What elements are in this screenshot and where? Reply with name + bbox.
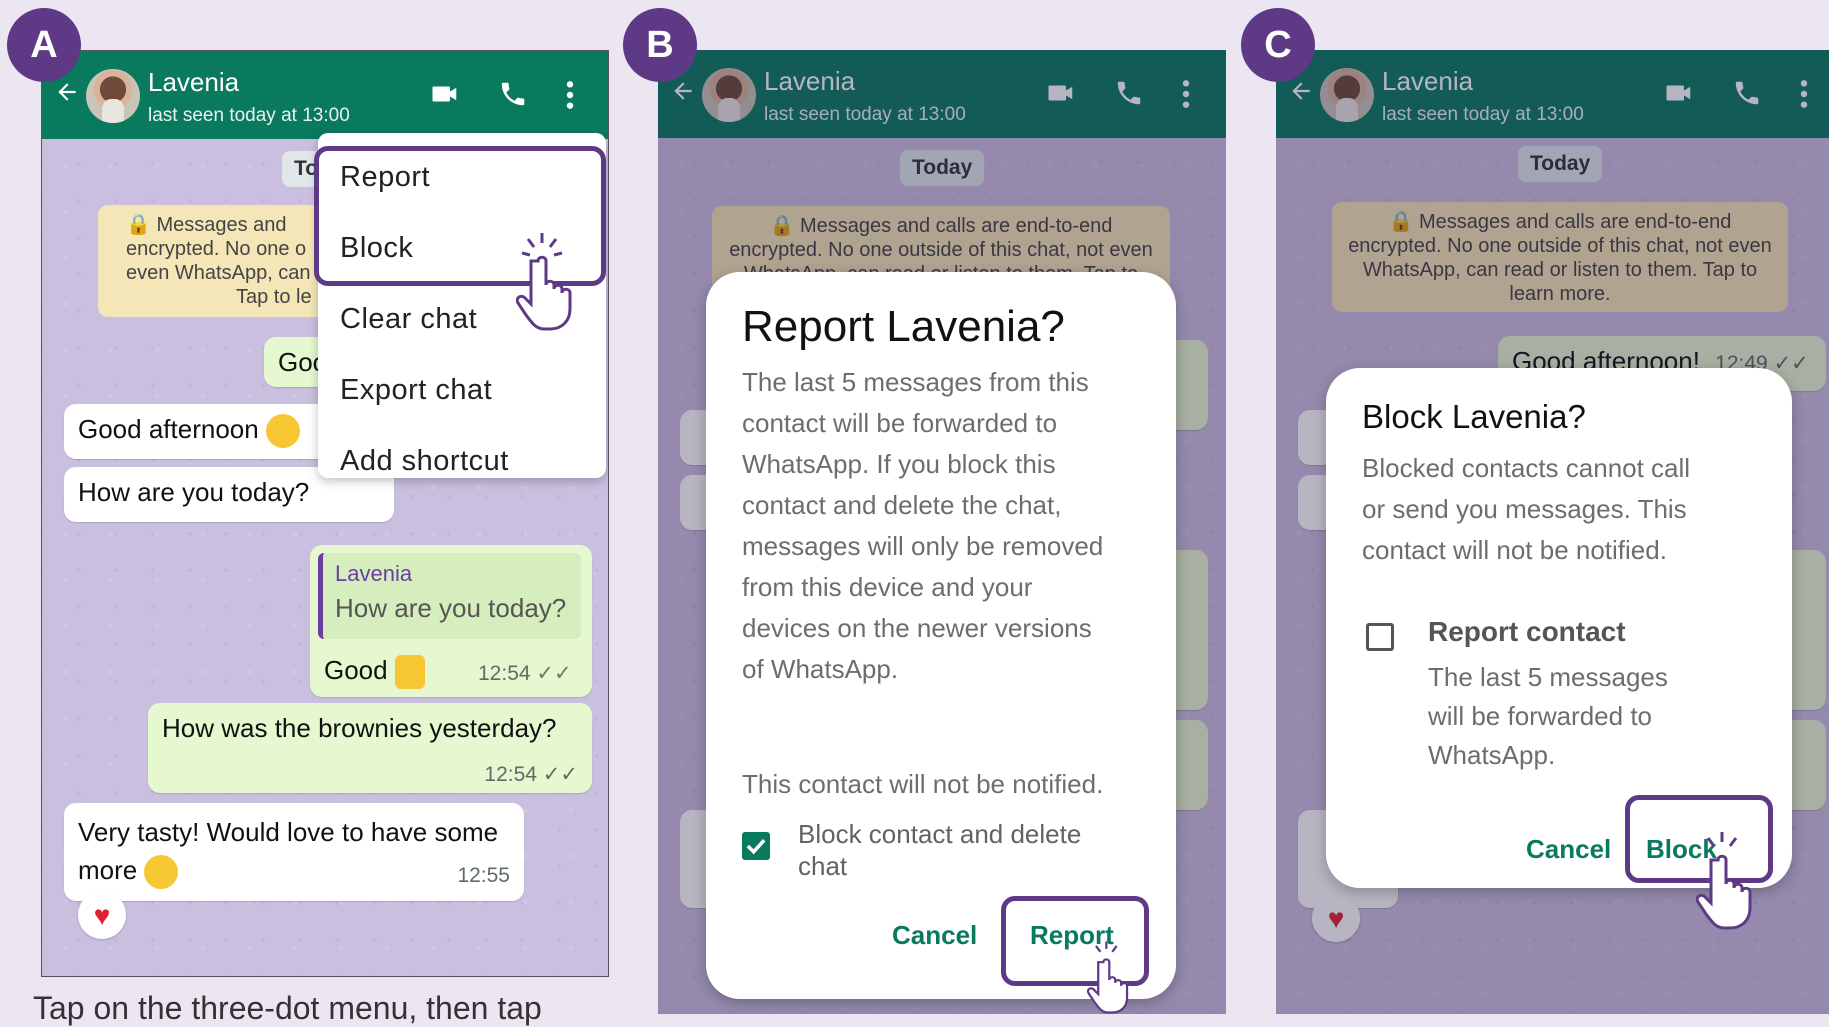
dialog-body-line: messages will only be removed [742, 531, 1104, 561]
tap-hand-icon [1696, 832, 1752, 930]
thumbs-up-emoji-icon [394, 655, 425, 690]
dialog-body-line: or send you messages. This [1362, 494, 1687, 524]
double-check-icon: ✓✓ [542, 763, 578, 786]
quoted-message[interactable]: Lavenia How are you today? [318, 553, 581, 639]
menu-item-clear-chat[interactable]: Clear chat [340, 303, 477, 336]
chat-header: Lavenia last seen today at 13:00 [42, 51, 608, 139]
quoted-text: How are you today? [335, 593, 567, 623]
dialog-body-line: of WhatsApp. [742, 654, 899, 684]
checkbox-title[interactable]: Report contact [1428, 616, 1626, 648]
message-text: more [78, 855, 138, 885]
back-arrow-icon[interactable] [54, 79, 80, 105]
chat-screen-c: Lavenia last seen today at 13:00 Today 🔒… [1276, 50, 1829, 1014]
dialog-body: Blocked contacts cannot call or send you… [1362, 448, 1690, 571]
dialog-title: Block Lavenia? [1362, 398, 1586, 435]
tap-hand-icon [1086, 941, 1129, 1014]
report-dialog: Report Lavenia? The last 5 messages from… [706, 272, 1176, 999]
message-incoming[interactable]: Very tasty! Would love to have some more… [64, 803, 524, 901]
message-outgoing-reply[interactable]: Lavenia How are you today? Good 12:54 ✓✓ [310, 545, 592, 697]
last-seen-status: last seen today at 13:00 [148, 105, 350, 126]
menu-item-export-chat[interactable]: Export chat [340, 374, 492, 407]
step-label-c: C [1241, 8, 1315, 82]
checkbox-label-line: Block contact and delete [798, 819, 1082, 849]
dialog-body-line: devices on the newer versions [742, 613, 1092, 643]
cancel-button[interactable]: Cancel [1526, 834, 1611, 865]
block-contact-checkbox[interactable] [742, 832, 770, 860]
phone-icon[interactable] [498, 79, 528, 109]
cancel-button[interactable]: Cancel [892, 920, 977, 951]
message-time: 12:54 [484, 763, 537, 786]
double-check-icon: ✓✓ [536, 662, 572, 685]
instruction-caption: Tap on the three-dot menu, then tap [33, 990, 542, 1026]
chat-screen-a: Lavenia last seen today at 13:00 To 🔒 Me… [41, 50, 609, 977]
checkbox-body: The last 5 messages will be forwarded to… [1428, 658, 1668, 775]
checkbox-body-line: WhatsApp. [1428, 740, 1556, 770]
tap-hand-icon [516, 233, 572, 331]
smile-emoji-icon [265, 414, 300, 449]
heart-reaction-icon[interactable]: ♥ [78, 891, 126, 939]
dialog-body-line: contact will not be notified. [1362, 535, 1667, 565]
message-text: Very tasty! Would love to have some [78, 817, 499, 847]
dialog-body-line: from this device and your [742, 572, 1033, 602]
dialog-body-line: Blocked contacts cannot call [1362, 453, 1691, 483]
dialog-body-line: The last 5 messages from this [742, 367, 1089, 397]
chat-screen-b: Lavenia last seen today at 13:00 Today 🔒… [658, 50, 1226, 1014]
quoted-author: Lavenia [335, 561, 413, 586]
checkbox-body-line: will be forwarded to [1428, 701, 1652, 731]
dialog-body-line: contact will be forwarded to [742, 408, 1058, 438]
step-label-b: B [623, 8, 697, 82]
contact-name[interactable]: Lavenia [148, 67, 239, 98]
yum-emoji-icon [144, 855, 179, 890]
more-options-icon[interactable] [564, 79, 576, 111]
message-text: How was the brownies yesterday? [162, 713, 557, 743]
video-call-icon[interactable] [428, 79, 462, 109]
message-time: 12:54 [478, 662, 531, 685]
menu-item-add-shortcut[interactable]: Add shortcut [340, 445, 509, 478]
message-outgoing[interactable]: How was the brownies yesterday? 12:54 ✓✓ [148, 703, 592, 793]
message-text: Good [324, 655, 388, 685]
checkmark-icon [746, 838, 766, 855]
dialog-body: The last 5 messages from this contact wi… [742, 362, 1103, 690]
message-incoming[interactable]: Good afternoon [64, 404, 354, 459]
avatar[interactable] [86, 69, 140, 123]
checkbox-label-line: chat [798, 851, 848, 881]
message-text: How are you today? [78, 477, 310, 507]
step-label-a: A [7, 8, 81, 82]
dialog-notice: This contact will not be notified. [742, 769, 1104, 799]
checkbox-label[interactable]: Block contact and delete chat [798, 818, 1081, 882]
checkbox-body-line: The last 5 messages [1428, 662, 1668, 692]
dialog-title: Report Lavenia? [742, 302, 1065, 351]
message-text: Good afternoon [78, 414, 259, 444]
dialog-body-line: WhatsApp. If you block this [742, 449, 1056, 479]
message-time: 12:55 [457, 864, 510, 887]
report-contact-checkbox[interactable] [1366, 623, 1394, 651]
dialog-body-line: contact and delete the chat, [742, 490, 1062, 520]
